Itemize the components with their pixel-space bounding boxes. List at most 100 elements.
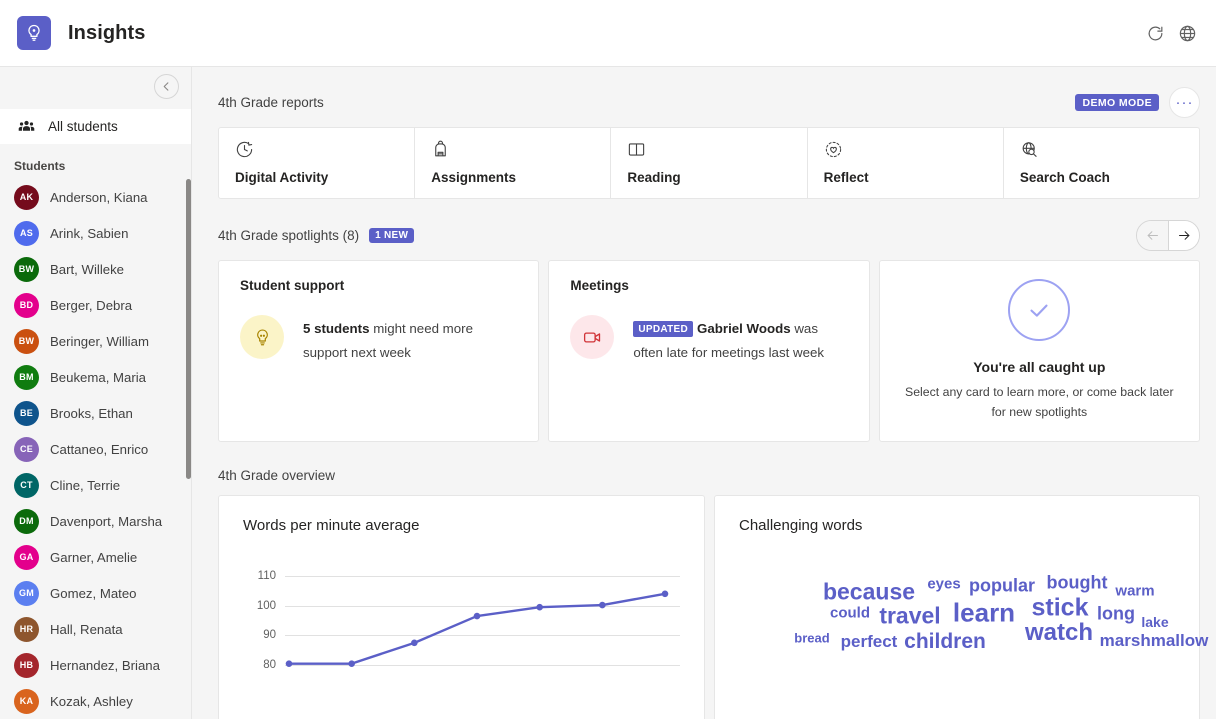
student-list-item[interactable]: BWBart, Willeke <box>0 251 191 287</box>
student-list-item[interactable]: HRHall, Renata <box>0 611 191 647</box>
carousel-next-button[interactable] <box>1168 221 1199 250</box>
data-point[interactable] <box>599 602 606 609</box>
word-cloud-word[interactable]: could <box>830 605 870 622</box>
student-name: Cattaneo, Enrico <box>50 442 148 457</box>
card-body: UPDATEDGabriel Woods was often late for … <box>570 315 847 364</box>
word-cloud-word[interactable]: bought <box>1047 573 1108 594</box>
data-point[interactable] <box>411 640 418 647</box>
card-text: UPDATEDGabriel Woods was often late for … <box>633 315 847 364</box>
student-list-item[interactable]: BM Beukema, Maria <box>0 359 191 395</box>
word-cloud-word[interactable]: travel <box>879 603 940 630</box>
tab-assignments[interactable]: Assignments <box>415 128 611 198</box>
word-cloud-word[interactable]: popular <box>969 576 1035 597</box>
student-list-item[interactable]: AKAnderson, Kiana <box>0 179 191 215</box>
word-cloud-word[interactable]: bread <box>794 631 829 646</box>
student-list-item[interactable]: DMDavenport, Marsha <box>0 503 191 539</box>
word-cloud-word[interactable]: warm <box>1115 583 1154 600</box>
student-name: Cline, Terrie <box>50 478 120 493</box>
word-cloud-word[interactable]: learn <box>953 598 1015 629</box>
globe-search-icon <box>1020 140 1199 162</box>
tab-search-coach[interactable]: Search Coach <box>1004 128 1199 198</box>
student-list-item[interactable]: GM Gomez, Mateo <box>0 575 191 611</box>
student-list-item[interactable]: HBHernandez, Briana <box>0 647 191 683</box>
avatar: GM <box>14 581 39 606</box>
lightbulb-icon <box>24 23 44 43</box>
data-point[interactable] <box>662 590 669 597</box>
open-book-icon <box>627 140 806 162</box>
tab-digital-activity[interactable]: Digital Activity <box>219 128 415 198</box>
data-point[interactable] <box>474 613 481 620</box>
word-cloud-word[interactable]: lake <box>1141 614 1168 630</box>
tab-reading[interactable]: Reading <box>611 128 807 198</box>
student-name: Berger, Debra <box>50 298 132 313</box>
students-section-header: Students <box>0 144 191 179</box>
data-point[interactable] <box>536 604 543 611</box>
student-name: Gomez, Mateo <box>50 586 137 601</box>
data-point[interactable] <box>286 660 293 667</box>
collapse-sidebar-button[interactable] <box>154 74 179 99</box>
spotlight-card-student-support[interactable]: Student support 5 students might need mo… <box>218 260 539 442</box>
student-list-item[interactable]: BEBrooks, Ethan <box>0 395 191 431</box>
avatar: BD <box>14 293 39 318</box>
app-header: Insights <box>0 0 1216 67</box>
student-list-item[interactable]: KAKozak, Ashley <box>0 683 191 719</box>
avatar: HR <box>14 617 39 642</box>
reports-title: 4th Grade reports <box>218 95 324 110</box>
avatar: GA <box>14 545 39 570</box>
word-cloud-word[interactable]: long <box>1097 604 1135 625</box>
lightbulb-icon <box>240 315 284 359</box>
app-title: Insights <box>68 22 145 45</box>
student-list-item[interactable]: BD Berger, Debra <box>0 287 191 323</box>
data-point[interactable] <box>348 660 355 667</box>
sidebar-collapse-row <box>0 67 191 109</box>
globe-icon[interactable] <box>1172 18 1202 48</box>
y-axis-tick-label: 100 <box>257 600 276 612</box>
word-cloud-word[interactable]: eyes <box>927 576 960 593</box>
word-cloud-word[interactable]: marshmallow <box>1100 631 1209 651</box>
word-cloud-word[interactable]: watch <box>1025 619 1093 647</box>
reports-header-actions: DEMO MODE ··· <box>1075 87 1200 118</box>
student-list-item[interactable]: CECattaneo, Enrico <box>0 431 191 467</box>
student-name: Arink, Sabien <box>50 226 128 241</box>
tab-label: Search Coach <box>1020 170 1199 185</box>
card-text: 5 students might need more support next … <box>303 315 517 364</box>
spotlight-card-meetings[interactable]: Meetings UPDATEDGabriel Woods was often … <box>548 260 869 442</box>
card-title: Student support <box>240 278 517 293</box>
challenging-words-card[interactable]: Challenging words because eyes popular boug… <box>714 495 1200 719</box>
student-list-item[interactable]: GAGarner, Amelie <box>0 539 191 575</box>
words-per-minute-card[interactable]: Words per minute average 8090100110 <box>218 495 705 719</box>
y-axis-tick-label: 90 <box>263 629 276 641</box>
student-list-item[interactable]: CTCline, Terrie <box>0 467 191 503</box>
word-cloud-word[interactable]: children <box>904 630 986 654</box>
updated-badge: UPDATED <box>633 321 693 337</box>
student-name: Brooks, Ethan <box>50 406 133 421</box>
card-body: 5 students might need more support next … <box>240 315 517 364</box>
new-spotlights-badge: 1 NEW <box>369 228 414 243</box>
app-logo <box>17 16 51 50</box>
avatar: KA <box>14 689 39 714</box>
sidebar-item-all-students[interactable]: All students <box>0 109 191 144</box>
students-sidebar: All students Students AKAnderson, KianaA… <box>0 67 191 719</box>
student-list-item[interactable]: BWBeringer, William <box>0 323 191 359</box>
carousel-prev-button[interactable] <box>1137 221 1168 250</box>
avatar: HB <box>14 653 39 678</box>
avatar: BM <box>14 365 39 390</box>
people-icon <box>18 118 35 135</box>
refresh-icon[interactable] <box>1140 18 1170 48</box>
avatar: BW <box>14 329 39 354</box>
student-name: Anderson, Kiana <box>50 190 148 205</box>
chart-plot-area: 8090100110 <box>285 570 680 680</box>
tab-reflect[interactable]: Reflect <box>808 128 1004 198</box>
cloud-title: Challenging words <box>739 517 1175 534</box>
more-options-button[interactable]: ··· <box>1169 87 1200 118</box>
chart-title: Words per minute average <box>243 517 680 534</box>
student-name: Beukema, Maria <box>50 370 146 385</box>
student-list-item[interactable]: AS Arink, Sabien <box>0 215 191 251</box>
overview-cards: Words per minute average 8090100110 Chal… <box>218 495 1200 719</box>
word-cloud-word[interactable]: because <box>823 579 915 606</box>
wpm-line-chart: 8090100110 <box>243 570 680 680</box>
overview-title: 4th Grade overview <box>218 468 335 483</box>
chart-series <box>285 570 675 680</box>
avatar: AS <box>14 221 39 246</box>
word-cloud-word[interactable]: perfect <box>841 632 898 652</box>
